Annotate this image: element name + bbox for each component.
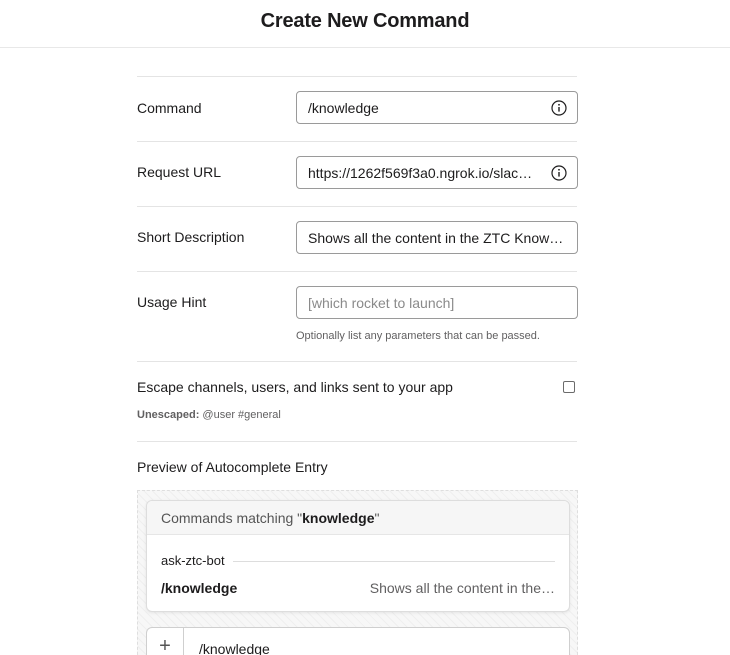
- page-title: Create New Command: [260, 10, 470, 32]
- short-description-row: Short Description Shows all the content …: [137, 206, 578, 271]
- app-name-label: ask-ztc-bot: [161, 553, 225, 568]
- autocomplete-command[interactable]: /knowledge: [161, 580, 237, 596]
- escape-note-value: @user #general: [202, 409, 281, 421]
- info-icon[interactable]: [551, 100, 567, 116]
- autocomplete-popup: Commands matching "knowledge" ask-ztc-bo…: [146, 500, 570, 612]
- escape-note: Unescaped: @user #general: [137, 409, 281, 421]
- command-form: Command /knowledge Request URL https://1…: [137, 76, 578, 481]
- request-url-input[interactable]: https://1262f569f3a0.ngrok.io/slac…: [296, 156, 578, 189]
- command-row: Command /knowledge: [137, 76, 578, 141]
- escape-note-prefix: Unescaped:: [137, 409, 200, 421]
- command-label: Command: [137, 100, 202, 116]
- short-description-input[interactable]: Shows all the content in the ZTC Knowl…: [296, 221, 578, 254]
- request-url-row: Request URL https://1262f569f3a0.ngrok.i…: [137, 141, 578, 206]
- info-icon[interactable]: [551, 165, 567, 181]
- autocomplete-description: Shows all the content in the…: [369, 580, 555, 596]
- short-description-input-value: Shows all the content in the ZTC Knowl…: [308, 230, 566, 246]
- plus-icon[interactable]: +: [147, 628, 184, 655]
- usage-hint-placeholder: [which rocket to launch]: [308, 295, 455, 311]
- preview-title: Preview of Autocomplete Entry: [137, 459, 328, 475]
- preview-row: Preview of Autocomplete Entry: [137, 441, 577, 481]
- page-header: Create New Command: [0, 0, 730, 48]
- escape-checkbox[interactable]: [563, 381, 575, 393]
- matching-query: knowledge: [302, 510, 375, 526]
- short-description-label: Short Description: [137, 229, 245, 245]
- matching-suffix: ": [374, 510, 380, 526]
- message-composer[interactable]: + /knowledge: [146, 627, 570, 655]
- command-input-value: /knowledge: [308, 100, 379, 116]
- escape-label: Escape channels, users, and links sent t…: [137, 379, 453, 395]
- autocomplete-header: Commands matching "knowledge": [147, 501, 569, 535]
- usage-hint-row: Usage Hint [which rocket to launch] Opti…: [137, 271, 578, 361]
- usage-hint-label: Usage Hint: [137, 294, 207, 310]
- command-input[interactable]: /knowledge: [296, 91, 578, 124]
- matching-prefix: Commands matching ": [161, 510, 303, 526]
- request-url-input-value: https://1262f569f3a0.ngrok.io/slac…: [308, 165, 533, 181]
- request-url-label: Request URL: [137, 164, 222, 180]
- composer-text: /knowledge: [199, 641, 270, 655]
- autocomplete-preview: Commands matching "knowledge" ask-ztc-bo…: [137, 490, 578, 655]
- group-divider: [233, 561, 555, 562]
- escape-row: Escape channels, users, and links sent t…: [137, 361, 577, 441]
- usage-hint-help: Optionally list any parameters that can …: [296, 330, 540, 342]
- usage-hint-input[interactable]: [which rocket to launch]: [296, 286, 578, 319]
